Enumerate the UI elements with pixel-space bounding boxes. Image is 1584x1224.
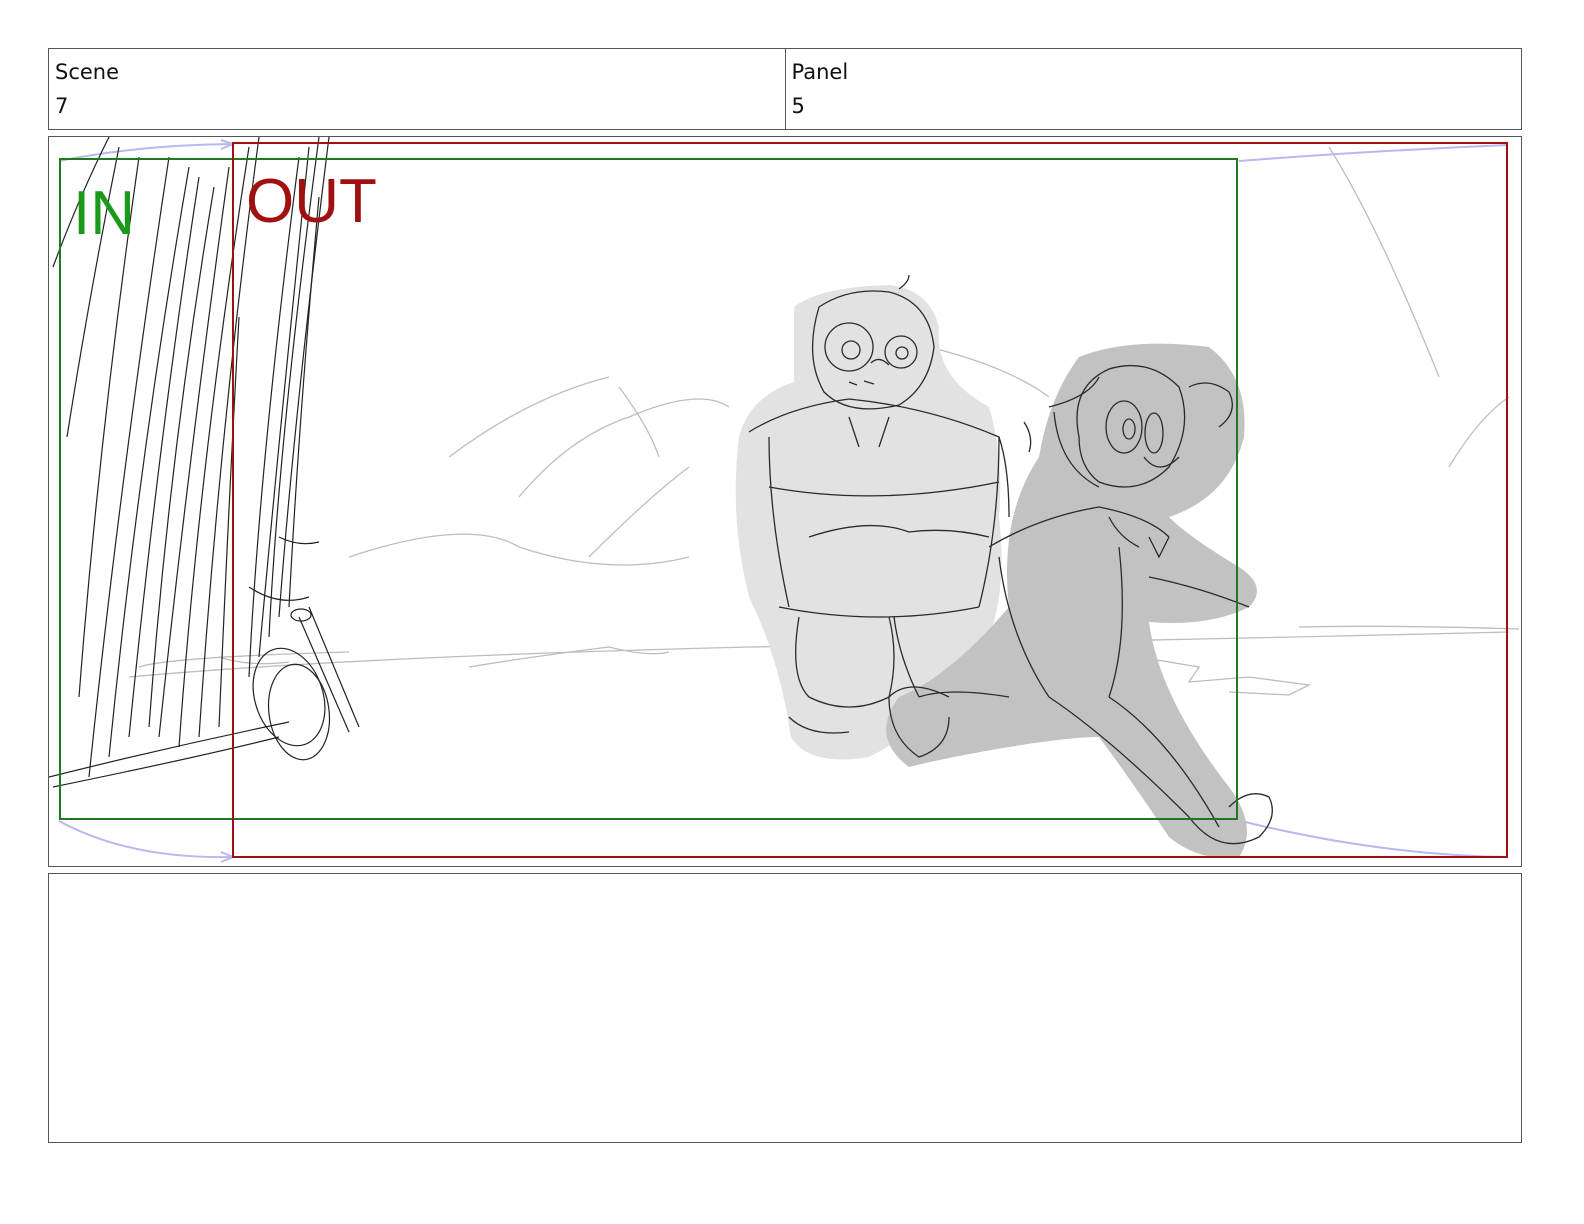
scene-label: Scene — [55, 60, 120, 84]
panel-cell: Panel 5 — [784, 49, 1522, 129]
scene-cell: Scene 7 — [49, 49, 785, 129]
in-frame-label: IN — [73, 179, 135, 248]
panel-label: Panel — [791, 60, 849, 84]
scene-number: 7 — [55, 94, 69, 118]
storyboard-frame: IN OUT — [48, 136, 1522, 867]
character-shading — [735, 285, 1257, 858]
out-frame-label: OUT — [246, 167, 377, 236]
panel-header: Scene 7 Panel 5 — [48, 48, 1522, 130]
panel-number: 5 — [791, 94, 805, 118]
sketch-drawing — [49, 137, 1520, 863]
panel-notes-box[interactable] — [48, 873, 1522, 1143]
